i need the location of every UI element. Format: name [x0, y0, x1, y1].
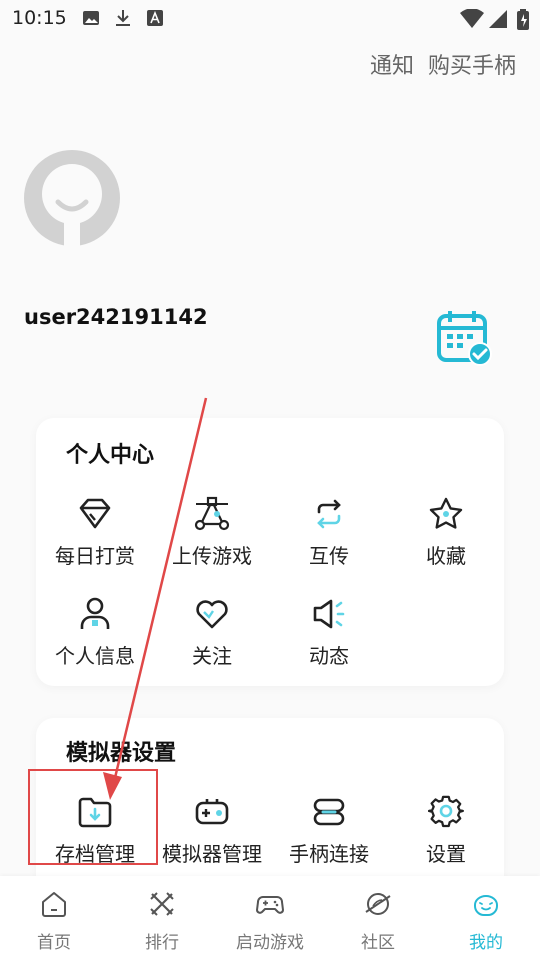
emulator-icon [195, 799, 229, 825]
nav-home[interactable]: 首页 [0, 876, 108, 960]
nav-mine-label: 我的 [469, 933, 503, 953]
buy-gamepad-link[interactable]: 购买手柄 [428, 48, 516, 80]
annotation-highlight-box [28, 769, 158, 865]
person-icon [80, 597, 110, 629]
transfer-item[interactable]: 互传 [270, 496, 388, 582]
avatar[interactable] [22, 148, 122, 248]
activity-label: 动态 [309, 644, 349, 668]
battery-icon [517, 9, 529, 30]
personal-center-title: 个人中心 [66, 443, 155, 468]
smile-face-icon [474, 895, 498, 916]
upload-game-item[interactable]: 上传游戏 [153, 496, 271, 582]
calendar-check-icon[interactable] [436, 310, 494, 368]
personal-info-label: 个人信息 [55, 644, 135, 668]
follow-item[interactable]: 关注 [153, 596, 271, 682]
ranking-icon [150, 892, 174, 916]
status-time: 10:15 [12, 7, 67, 29]
planet-icon [365, 893, 391, 915]
emulator-settings-title: 模拟器设置 [66, 741, 177, 766]
upload-nodes-icon [194, 496, 230, 531]
activity-item[interactable]: 动态 [270, 596, 388, 682]
star-icon [429, 497, 463, 529]
personal-info-item[interactable]: 个人信息 [36, 596, 154, 682]
megaphone-icon [313, 599, 345, 629]
nav-mine[interactable]: 我的 [432, 876, 540, 960]
notify-link[interactable]: 通知 [370, 48, 414, 80]
link-icon [313, 798, 345, 826]
follow-label: 关注 [192, 644, 232, 668]
status-bar: 10:15 [0, 0, 540, 36]
daily-reward-item[interactable]: 每日打赏 [36, 496, 154, 582]
nav-ranking[interactable]: 排行 [108, 876, 216, 960]
download-notification-icon [116, 10, 130, 26]
nav-start-game-label: 启动游戏 [236, 933, 304, 953]
gear-icon [428, 795, 464, 828]
gamepad-connect-label: 手柄连接 [289, 842, 369, 866]
transfer-icon [317, 499, 341, 529]
personal-center-card: 个人中心 每日打赏 上传游戏 互传 收藏 个人信息 关注 动态 [36, 418, 504, 686]
nav-start-game[interactable]: 启动游戏 [216, 876, 324, 960]
username: user242191142 [24, 305, 208, 329]
home-icon [42, 892, 66, 917]
gamepad-icon [256, 896, 284, 914]
emulator-management-item[interactable]: 模拟器管理 [153, 794, 271, 880]
gamepad-connect-item[interactable]: 手柄连接 [270, 794, 388, 880]
emulator-management-label: 模拟器管理 [162, 842, 262, 866]
nav-ranking-label: 排行 [145, 933, 179, 953]
daily-reward-label: 每日打赏 [55, 544, 135, 568]
settings-label: 设置 [426, 842, 466, 866]
header-links: 通知 购买手柄 [370, 48, 516, 80]
image-notification-icon [83, 11, 99, 25]
favorites-item[interactable]: 收藏 [387, 496, 505, 582]
signal-icon [489, 10, 507, 28]
settings-item[interactable]: 设置 [387, 794, 505, 880]
wifi-icon [460, 9, 484, 28]
bottom-nav: 首页 排行 启动游戏 社区 我的 [0, 876, 540, 960]
nav-community[interactable]: 社区 [324, 876, 432, 960]
nav-home-label: 首页 [37, 933, 71, 953]
heart-icon [196, 600, 228, 629]
upload-game-label: 上传游戏 [172, 544, 252, 568]
nav-community-label: 社区 [361, 933, 395, 953]
app-notification-icon [147, 10, 163, 26]
favorites-label: 收藏 [426, 544, 466, 568]
transfer-label: 互传 [309, 544, 349, 568]
diamond-icon [79, 498, 111, 529]
